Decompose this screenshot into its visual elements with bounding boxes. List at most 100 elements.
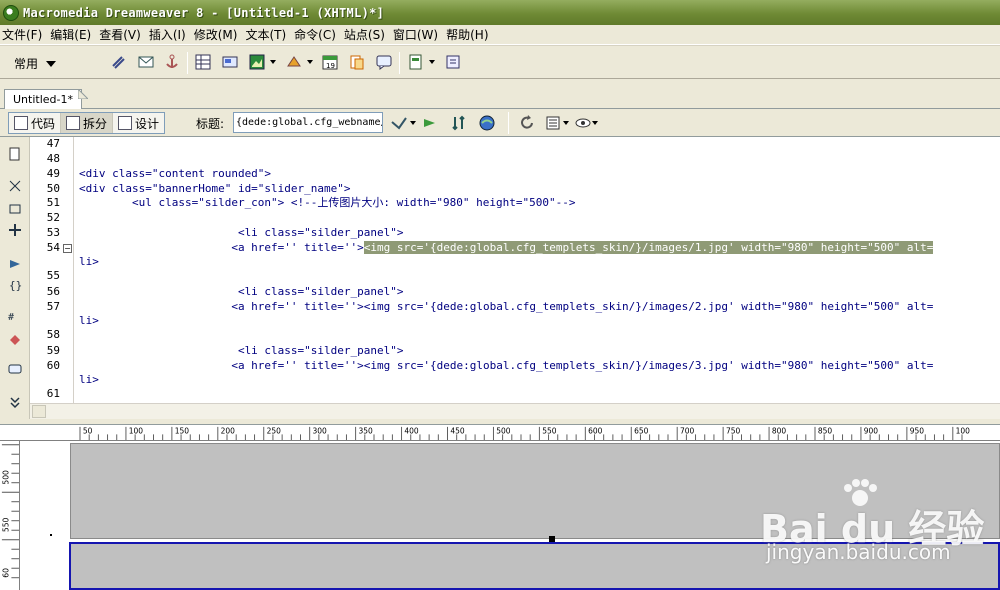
- menu-text[interactable]: 文本(T): [243, 26, 292, 43]
- line-numbers-icon[interactable]: #: [8, 309, 22, 323]
- title-label: 标题:: [196, 117, 225, 131]
- code-view-button[interactable]: 代码: [9, 113, 62, 133]
- line-number: 61: [46, 387, 60, 400]
- ruler-label: 300: [313, 426, 328, 435]
- head-dropdown-arrow[interactable]: [429, 60, 435, 64]
- menu-window[interactable]: 窗口(W): [391, 26, 444, 43]
- menu-view[interactable]: 查看(V): [97, 26, 147, 43]
- code-line: <ul class="silder_con"> <!--上传图片大小: widt…: [79, 196, 576, 209]
- svg-text:19: 19: [326, 62, 335, 70]
- menu-insert[interactable]: 插入(I): [147, 26, 192, 43]
- line-number: 60: [46, 359, 60, 372]
- ruler-label: 500: [496, 426, 511, 435]
- menu-bar: 文件(F) 编辑(E) 查看(V) 插入(I) 修改(M) 文本(T) 命令(C…: [0, 25, 1000, 45]
- line-number: 47: [46, 137, 60, 150]
- comment-icon[interactable]: [375, 53, 393, 71]
- toolbar-separator: [508, 112, 509, 134]
- code-editor[interactable]: <div class="content rounded"> <div class…: [79, 137, 1000, 403]
- open-documents-icon[interactable]: [8, 147, 22, 161]
- line-number: 53: [46, 226, 60, 239]
- collapse-selection-icon[interactable]: [8, 202, 22, 216]
- line-number: 48: [46, 152, 60, 165]
- media-icon[interactable]: [285, 53, 303, 71]
- image-dropdown-arrow[interactable]: [270, 60, 276, 64]
- image-icon[interactable]: [248, 53, 266, 71]
- check-browser-icon[interactable]: [421, 114, 439, 132]
- view-options-dropdown-arrow[interactable]: [563, 121, 569, 125]
- visual-aids-icon[interactable]: [574, 114, 592, 132]
- refresh-icon[interactable]: [518, 114, 536, 132]
- menu-commands[interactable]: 命令(C): [292, 26, 342, 43]
- split-view-icon: [66, 116, 81, 130]
- ruler-label: 600: [588, 426, 603, 435]
- code-line: <div class="content rounded">: [79, 167, 272, 180]
- design-view-button[interactable]: 设计: [113, 113, 164, 133]
- ruler-label: 850: [818, 426, 833, 435]
- line-number: 57: [46, 300, 60, 313]
- split-view-button[interactable]: 拆分: [61, 113, 114, 133]
- code-line: <a href='' title=''><img src='{dede:glob…: [79, 359, 934, 372]
- insert-category-select[interactable]: 常用: [14, 55, 57, 72]
- split-view-label: 拆分: [83, 116, 108, 131]
- head-tags-icon[interactable]: [407, 53, 425, 71]
- balance-braces-icon[interactable]: {}: [8, 278, 22, 292]
- hyperlink-icon[interactable]: [109, 53, 127, 71]
- server-include-icon[interactable]: [348, 53, 366, 71]
- ruler-label: 400: [404, 426, 419, 435]
- table-icon[interactable]: [194, 53, 212, 71]
- code-line: li>: [79, 314, 99, 327]
- collapse-tag-icon[interactable]: [8, 179, 22, 193]
- expand-all-icon[interactable]: [8, 223, 22, 237]
- apply-comment-icon[interactable]: [8, 363, 22, 377]
- baidu-jingyan-watermark: Bai du 经验 jingyan.baidu.com: [760, 478, 1000, 578]
- menu-site[interactable]: 站点(S): [342, 26, 391, 43]
- email-link-icon[interactable]: [137, 53, 155, 71]
- line-number: 54: [46, 241, 60, 254]
- title-input[interactable]: {dede:global.cfg_webname/: [233, 112, 383, 133]
- visual-aids-dropdown-arrow[interactable]: [592, 121, 598, 125]
- layer-icon[interactable]: [221, 53, 239, 71]
- design-view-icon: [118, 116, 133, 130]
- file-management-icon[interactable]: [450, 114, 468, 132]
- view-options-icon[interactable]: [545, 114, 563, 132]
- chevron-down-icon: [46, 60, 57, 67]
- toolbar-separator: [187, 52, 188, 74]
- named-anchor-icon[interactable]: [163, 53, 181, 71]
- document-tab[interactable]: Untitled-1*: [4, 89, 82, 109]
- menu-file[interactable]: 文件(F): [0, 26, 48, 43]
- scroll-left-button[interactable]: [32, 405, 46, 418]
- resize-handle[interactable]: [549, 536, 555, 542]
- fold-toggle-icon[interactable]: −: [63, 244, 72, 253]
- vertical-ruler: 500 550 60: [0, 441, 20, 590]
- line-number: 56: [46, 285, 60, 298]
- horizontal-scrollbar[interactable]: [30, 403, 1000, 419]
- validate-dropdown-arrow[interactable]: [410, 121, 416, 125]
- code-line: li>: [79, 373, 99, 386]
- ruler-label: 50: [83, 426, 93, 435]
- select-parent-tag-icon[interactable]: [8, 257, 22, 271]
- coding-toolbar: {} #: [0, 137, 30, 419]
- document-toolbar: 代码 拆分 设计 标题: {dede:global.cfg_webname/: [0, 109, 1000, 137]
- ruler-label: 800: [772, 426, 787, 435]
- more-tools-chevron-icon[interactable]: [8, 395, 22, 409]
- dreamweaver-window: Macromedia Dreamweaver 8 - [Untitled-1 (…: [0, 0, 1000, 590]
- menu-help[interactable]: 帮助(H): [444, 26, 494, 43]
- insert-category-label: 常用: [14, 57, 39, 71]
- ruler-label: 500: [2, 470, 11, 485]
- menu-modify[interactable]: 修改(M): [192, 26, 244, 43]
- validate-icon[interactable]: [390, 114, 408, 132]
- ruler-label: 450: [450, 426, 465, 435]
- date-icon[interactable]: 19: [321, 53, 339, 71]
- menu-edit[interactable]: 编辑(E): [48, 26, 97, 43]
- script-icon[interactable]: [444, 53, 462, 71]
- line-number: 50: [46, 182, 60, 195]
- highlight-invalid-icon[interactable]: [8, 333, 22, 347]
- tab-corner-icon: [78, 89, 88, 99]
- ruler-label: 550: [2, 517, 11, 532]
- code-line: <a href='' title=''><img src='{dede:glob…: [79, 300, 934, 313]
- media-dropdown-arrow[interactable]: [307, 60, 313, 64]
- preview-globe-icon[interactable]: [478, 114, 496, 132]
- ruler-label: 750: [726, 426, 741, 435]
- ruler-label: 650: [634, 426, 649, 435]
- code-view-pane: {} # 47 48 49 50 51 52 53 54 − 55 56 57 …: [0, 137, 1000, 419]
